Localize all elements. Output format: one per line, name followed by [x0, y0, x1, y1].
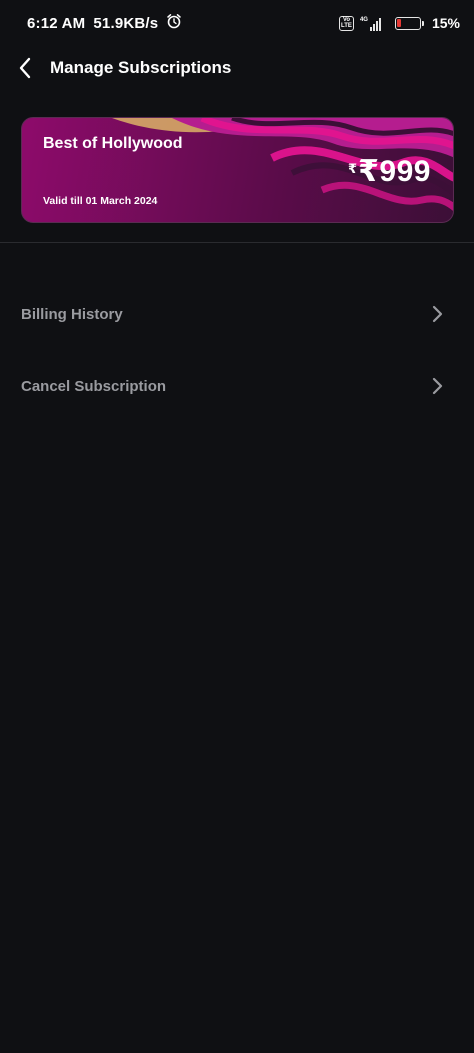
volte-icon: Vo LTE	[338, 15, 354, 31]
status-left: 6:12 AM 51.9KB/s	[27, 13, 182, 33]
signal-bar	[372, 24, 375, 31]
network-speed: 51.9KB/s	[93, 14, 159, 32]
chevron-right-icon	[432, 377, 443, 395]
status-right: Vo LTE 4G 15%	[338, 15, 460, 31]
battery-fill	[397, 19, 401, 27]
subscription-card: Best of Hollywood ₹ ₹999 Valid till 01 M…	[21, 117, 454, 223]
cancel-subscription-item[interactable]: Cancel Subscription	[0, 364, 474, 408]
signal-bar	[369, 27, 372, 31]
alarm-icon	[166, 13, 182, 33]
plan-name: Best of Hollywood	[43, 135, 183, 152]
validity-text: Valid till 01 March 2024	[43, 195, 158, 207]
signal-bar	[375, 21, 378, 31]
status-time: 6:12 AM	[27, 14, 86, 32]
section-divider	[0, 242, 474, 243]
chevron-right-icon	[432, 305, 443, 323]
battery-icon	[394, 16, 424, 30]
billing-history-item[interactable]: Billing History	[0, 292, 474, 336]
currency-symbol: ₹	[348, 161, 358, 176]
volte-bottom: LTE	[341, 23, 352, 29]
top-app-bar: Manage Subscriptions	[0, 46, 474, 90]
back-button[interactable]	[0, 46, 50, 90]
back-arrow-icon	[19, 57, 31, 79]
signal-icon: 4G	[360, 15, 381, 31]
cancel-subscription-label: Cancel Subscription	[21, 377, 167, 395]
status-bar: 6:12 AM 51.9KB/s Vo LTE 4G 15%	[0, 0, 474, 46]
price-amount: ₹999	[358, 155, 431, 188]
network-type: 4G	[359, 17, 368, 23]
signal-bar	[378, 18, 381, 31]
page-title: Manage Subscriptions	[50, 58, 232, 77]
plan-price: ₹ ₹999	[348, 154, 431, 189]
battery-percent: 15%	[431, 15, 460, 31]
billing-history-label: Billing History	[21, 305, 123, 323]
